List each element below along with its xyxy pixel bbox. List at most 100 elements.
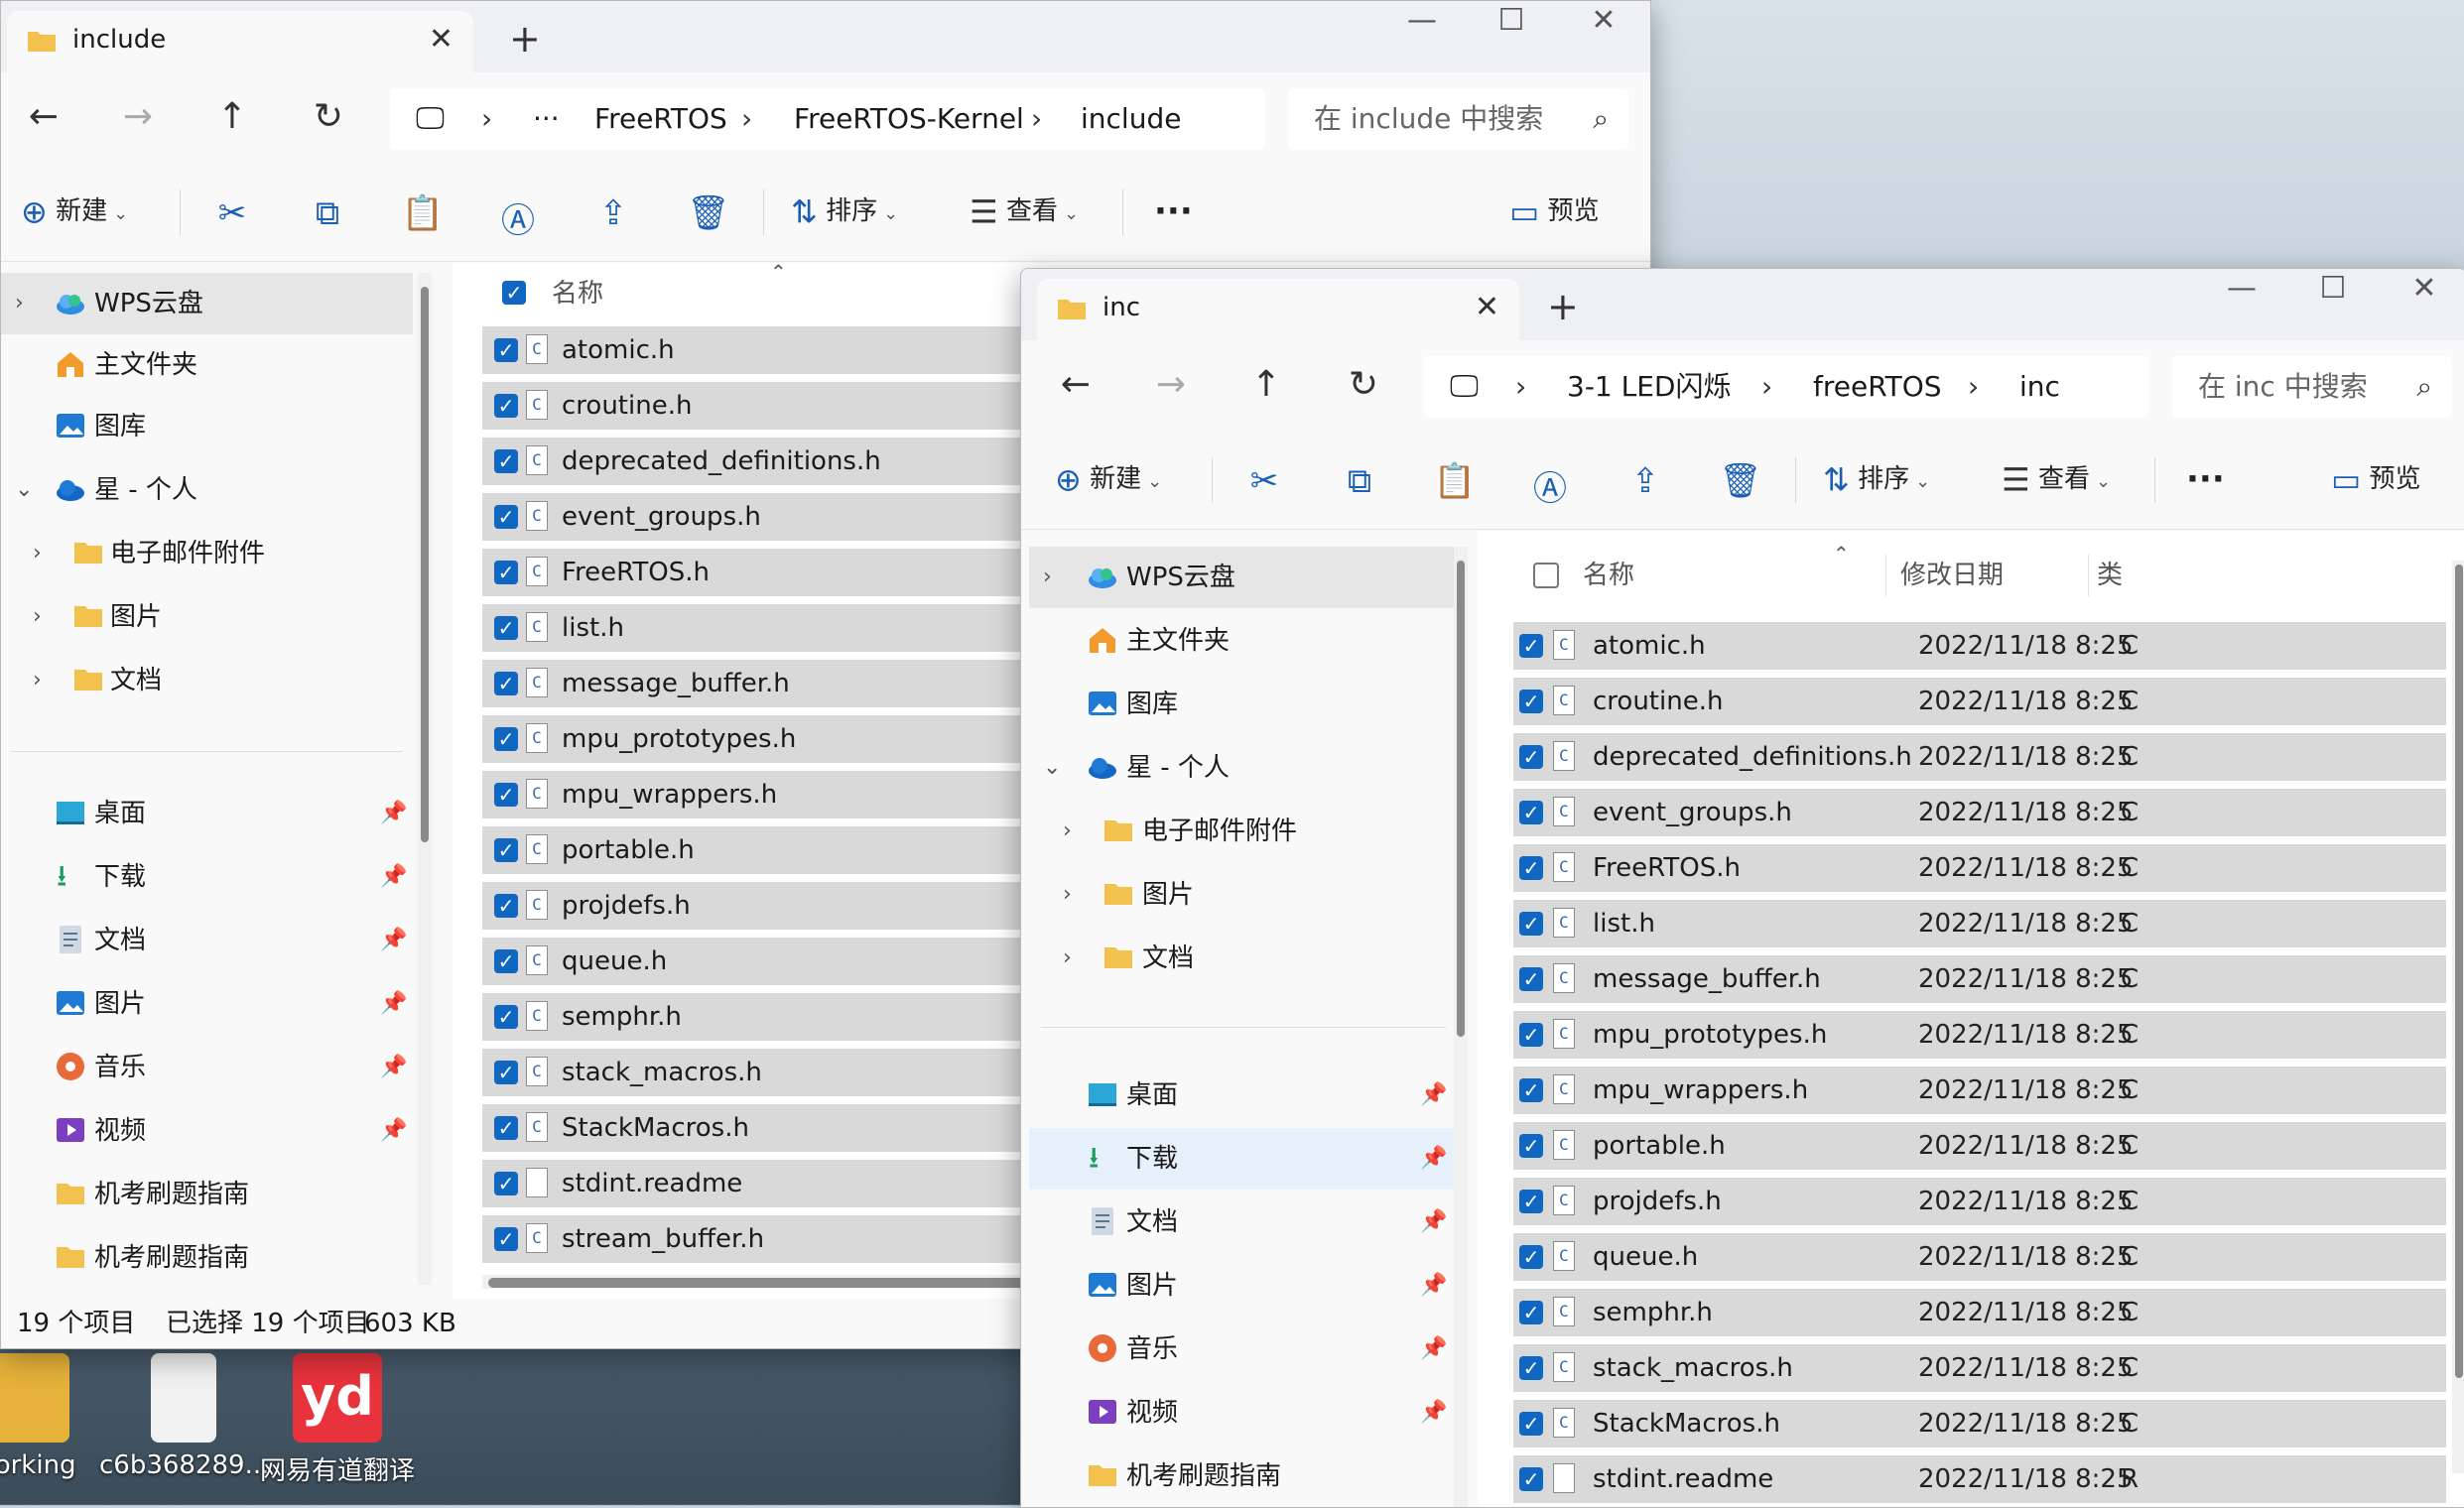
maximize-button[interactable]: ☐	[1482, 3, 1541, 38]
breadcrumb-item[interactable]: inc	[2019, 356, 2060, 418]
file-list-scrollbar[interactable]	[2452, 561, 2464, 1473]
sidebar-item-pictures-folder[interactable]: › 图片	[1029, 864, 1454, 926]
view-button[interactable]: ☰ 查看 ⌄	[2002, 459, 2111, 502]
table-row[interactable]: ✓ Cstack_macros.h 2022/11/18 8:25 C	[1513, 1344, 2446, 1392]
row-checkbox[interactable]: ✓	[1519, 1301, 1543, 1324]
sidebar-scrollbar[interactable]	[1454, 547, 1468, 1507]
new-tab-button[interactable]: +	[509, 17, 541, 61]
preview-button[interactable]: ▭ 预览	[2331, 459, 2421, 500]
column-type-header[interactable]: 类	[2097, 545, 2123, 606]
row-checkbox[interactable]: ✓	[1519, 1078, 1543, 1102]
sidebar-item-wps[interactable]: › WPS云盘	[1029, 547, 1454, 608]
row-checkbox[interactable]: ✓	[494, 727, 518, 751]
scrollbar-thumb[interactable]	[1457, 561, 1465, 1037]
sidebar-item-exam-guide[interactable]: 机考刷题指南	[1, 1164, 413, 1225]
table-row[interactable]: ✓ C FreeRTOS.h 2022/11/18 8:25 C	[1513, 844, 2446, 892]
chevron-right-icon[interactable]: ›	[1063, 801, 1072, 862]
desktop-icon-file[interactable]: c6b368289...	[99, 1347, 269, 1480]
table-row[interactable]: ✓ Cmessage_buffer.h 2022/11/18 8:25 C	[1513, 955, 2446, 1003]
row-checkbox[interactable]: ✓	[494, 449, 518, 473]
column-name-header[interactable]: 名称	[552, 263, 603, 324]
row-checkbox[interactable]: ✓	[1519, 967, 1543, 991]
sidebar-item-exam-guide-2[interactable]: 机考刷题指南	[1, 1227, 413, 1289]
refresh-button[interactable]: ↻	[1339, 364, 1388, 405]
table-row[interactable]: ✓ Clist.h 2022/11/18 8:25 C	[1513, 900, 2446, 947]
scrollbar-thumb[interactable]	[488, 1278, 1044, 1288]
table-row[interactable]: ✓ Cmpu_prototypes.h 2022/11/18 8:25 C	[1513, 1011, 2446, 1059]
view-button[interactable]: ☰ 查看 ⌄	[970, 191, 1079, 234]
sidebar-item-email-attachments[interactable]: › 电子邮件附件	[1, 523, 413, 584]
pin-icon[interactable]: 📌	[380, 783, 407, 844]
select-all-checkbox[interactable]: ✓	[502, 281, 526, 305]
sidebar-item-pictures-folder[interactable]: › 图片	[1, 586, 413, 648]
table-row[interactable]: ✓ Cprojdefs.h 2022/11/18 8:25 C	[1513, 1178, 2446, 1225]
row-checkbox[interactable]: ✓	[494, 616, 518, 640]
row-checkbox[interactable]: ✓	[1519, 690, 1543, 713]
row-checkbox[interactable]: ✓	[1519, 912, 1543, 936]
address-bar[interactable]: 🖵 › 3-1 LED闪烁 › freeRTOS › inc	[1424, 356, 2148, 418]
cut-icon[interactable]: ✂	[207, 193, 257, 233]
sidebar-item-downloads[interactable]: ⭳ 下载 📌	[1, 846, 413, 908]
pin-icon[interactable]: 📌	[1420, 1255, 1447, 1317]
sidebar-item-documents[interactable]: 文档 📌	[1029, 1192, 1454, 1253]
table-row[interactable]: ✓ Csemphr.h 2022/11/18 8:25 C	[1513, 1289, 2446, 1336]
back-button[interactable]: ←	[1051, 364, 1101, 405]
sort-button[interactable]: ⇅ 排序 ⌄	[1823, 459, 1930, 502]
delete-icon[interactable]: 🗑	[684, 193, 733, 233]
rename-icon[interactable]: Ⓐ	[493, 193, 543, 242]
share-icon[interactable]: ⇪	[1621, 461, 1670, 501]
column-name-header[interactable]: 名称	[1583, 545, 1634, 606]
forward-button[interactable]: →	[113, 96, 163, 137]
breadcrumb-item[interactable]: FreeRTOS-Kernel	[794, 88, 1024, 150]
tab-inc[interactable]: inc ✕	[1037, 279, 1519, 340]
chevron-down-icon[interactable]: ⌄	[1043, 737, 1061, 799]
column-divider[interactable]	[1885, 555, 1886, 596]
pin-icon[interactable]: 📌	[1420, 1128, 1447, 1190]
pin-icon[interactable]: 📌	[380, 973, 407, 1035]
table-row[interactable]: ✓ Cqueue.h 2022/11/18 8:25 C	[1513, 1233, 2446, 1281]
sidebar-item-gallery[interactable]: 图库	[1, 396, 413, 457]
row-checkbox[interactable]: ✓	[494, 1116, 518, 1140]
row-checkbox[interactable]: ✓	[494, 838, 518, 862]
chevron-right-icon[interactable]: ›	[1063, 928, 1072, 989]
breadcrumb-item[interactable]: freeRTOS	[1813, 356, 1942, 418]
chevron-right-icon[interactable]: ›	[33, 523, 42, 584]
minimize-button[interactable]: —	[1392, 3, 1452, 38]
row-checkbox[interactable]: ✓	[1519, 1134, 1543, 1158]
row-checkbox[interactable]: ✓	[494, 783, 518, 807]
more-options-button[interactable]: ···	[2186, 459, 2225, 499]
chevron-right-icon[interactable]: ›	[33, 586, 42, 648]
row-checkbox[interactable]: ✓	[1519, 1467, 1543, 1491]
sidebar-item-music[interactable]: 音乐 📌	[1029, 1319, 1454, 1380]
table-row[interactable]: ✓ Cmpu_wrappers.h 2022/11/18 8:25 C	[1513, 1067, 2446, 1114]
row-checkbox[interactable]: ✓	[494, 561, 518, 584]
close-window-button[interactable]: ✕	[2395, 271, 2454, 306]
sidebar-scrollbar[interactable]	[418, 273, 432, 1285]
paste-icon[interactable]: 📋	[398, 193, 448, 233]
sidebar-item-gallery[interactable]: 图库	[1029, 674, 1454, 735]
breadcrumb-overflow[interactable]: ···	[533, 88, 560, 150]
back-button[interactable]: ←	[19, 96, 68, 137]
paste-icon[interactable]: 📋	[1430, 461, 1480, 501]
copy-icon[interactable]: ⧉	[303, 193, 352, 233]
sidebar-item-videos[interactable]: 视频 📌	[1, 1100, 413, 1162]
close-tab-icon[interactable]: ✕	[429, 11, 454, 68]
table-row[interactable]: ✓ C StackMacros.h 2022/11/18 8:25 C	[1513, 1400, 2446, 1447]
row-checkbox[interactable]: ✓	[494, 1061, 518, 1084]
row-checkbox[interactable]: ✓	[1519, 1356, 1543, 1380]
row-checkbox[interactable]: ✓	[494, 949, 518, 973]
sort-button[interactable]: ⇅ 排序 ⌄	[791, 191, 898, 234]
more-options-button[interactable]: ···	[1154, 191, 1193, 231]
sidebar-item-desktop[interactable]: 桌面 📌	[1029, 1065, 1454, 1126]
row-checkbox[interactable]: ✓	[1519, 1412, 1543, 1436]
sidebar-item-documents-folder[interactable]: › 文档	[1029, 928, 1454, 989]
row-checkbox[interactable]: ✓	[494, 672, 518, 695]
row-checkbox[interactable]: ✓	[1519, 1190, 1543, 1213]
row-checkbox[interactable]: ✓	[1519, 1245, 1543, 1269]
table-row[interactable]: ✓ Ccroutine.h 2022/11/18 8:25 C	[1513, 678, 2446, 725]
sidebar-item-onedrive[interactable]: ⌄ 星 - 个人	[1029, 737, 1454, 799]
tab-include[interactable]: include ✕	[7, 11, 473, 72]
chevron-right-icon[interactable]: ›	[1063, 864, 1072, 926]
desktop-icon-working[interactable]: working	[0, 1347, 109, 1480]
close-window-button[interactable]: ✕	[1574, 3, 1633, 38]
